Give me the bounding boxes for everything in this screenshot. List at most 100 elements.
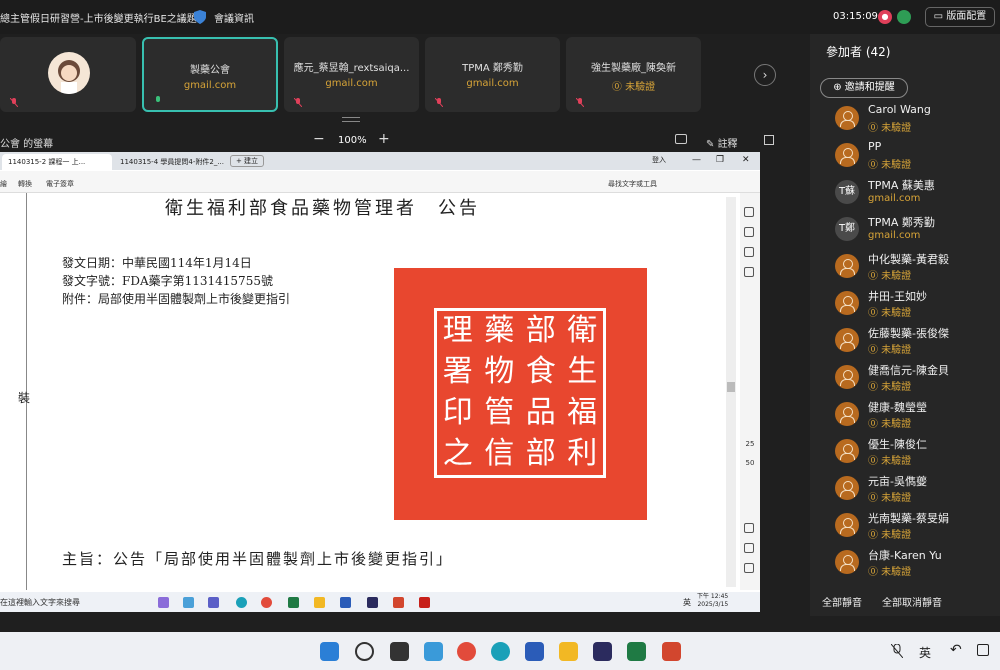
- app-icon[interactable]: [183, 597, 194, 608]
- pdf-tool[interactable]: 繪: [0, 179, 7, 189]
- seal-char: 福: [567, 395, 598, 430]
- user-icon: [835, 106, 859, 130]
- undo-icon[interactable]: ↶: [950, 642, 962, 658]
- participant-row[interactable]: 佐藤製藥-張俊傑 ⓪ 未驗證: [835, 325, 995, 362]
- meeting-info-button[interactable]: 會議資訊: [214, 10, 254, 25]
- edge-icon[interactable]: [236, 597, 247, 608]
- participant-row[interactable]: 台康-Karen Yu ⓪ 未驗證: [835, 547, 995, 584]
- user-icon: [835, 291, 859, 315]
- login-button[interactable]: 登入: [652, 155, 666, 165]
- maximize-icon[interactable]: ❐: [716, 155, 724, 165]
- zoom-out-button[interactable]: −: [313, 131, 325, 147]
- user-icon: [835, 439, 859, 463]
- tile-name: 應元_蔡昱翰_rextsaiqa...: [293, 63, 410, 74]
- folder-icon[interactable]: [559, 642, 578, 661]
- scrollbar[interactable]: [726, 197, 736, 587]
- excel-icon[interactable]: [627, 642, 646, 661]
- tool-icon[interactable]: [744, 207, 754, 217]
- participant-row[interactable]: Carol Wang ⓪ 未驗證: [835, 103, 995, 140]
- tool-icon[interactable]: [744, 247, 754, 257]
- pdf-tool[interactable]: 轉換: [18, 179, 32, 189]
- participant-row[interactable]: 中化製藥-黃君毅 ⓪ 未驗證: [835, 251, 995, 288]
- network-status-icon[interactable]: [897, 10, 911, 24]
- seal-char: 物: [484, 354, 515, 389]
- mute-all-button[interactable]: 全部靜音: [822, 594, 862, 609]
- zoom-level: 100%: [338, 135, 367, 146]
- record-icon[interactable]: ●: [878, 10, 892, 24]
- ime-indicator[interactable]: 英: [683, 597, 691, 608]
- participant-row[interactable]: 優生-陳俊仁 ⓪ 未驗證: [835, 436, 995, 473]
- excel-icon[interactable]: [288, 597, 299, 608]
- tile-sub: gmail.com: [466, 78, 519, 89]
- close-icon[interactable]: ✕: [742, 155, 750, 165]
- layers-icon[interactable]: [744, 267, 754, 277]
- app-icon[interactable]: [424, 642, 443, 661]
- mic-muted-icon[interactable]: [890, 643, 904, 659]
- participant-status: ⓪ 未驗證: [868, 160, 912, 171]
- participant-row[interactable]: T鄭 TPMA 鄭秀勤 gmail.com: [835, 214, 995, 251]
- notification-icon[interactable]: [977, 644, 989, 656]
- scroll-thumb[interactable]: [727, 382, 735, 392]
- participant-row[interactable]: 井田-王如妙 ⓪ 未驗證: [835, 288, 995, 325]
- cast-icon[interactable]: [675, 134, 687, 144]
- annotate-button[interactable]: ✎ 註釋: [706, 135, 738, 150]
- windows-taskbar: ↶: [0, 632, 1000, 670]
- layout-button[interactable]: ▭ 版面配置: [925, 7, 995, 27]
- tool-icon[interactable]: [744, 543, 754, 553]
- participant-tile[interactable]: 應元_蔡昱翰_rextsaiqa... gmail.com: [284, 37, 419, 112]
- participant-row[interactable]: T蘇 TPMA 蘇美惠 gmail.com: [835, 177, 995, 214]
- powerpoint-icon[interactable]: [662, 642, 681, 661]
- participant-name: 光南製藥-蔡旻娟: [868, 512, 949, 525]
- webex-icon[interactable]: [367, 597, 378, 608]
- seal-border: 理 藥 部 衛 署 物 食 生 印 管 品 福 之 信 部 利: [434, 308, 606, 478]
- seal-char: 利: [567, 436, 598, 471]
- search-icon[interactable]: [355, 642, 374, 661]
- share-label: 公會 的螢幕: [0, 139, 54, 150]
- tool-icon[interactable]: [744, 227, 754, 237]
- word-icon[interactable]: [525, 642, 544, 661]
- pdf-tool[interactable]: 電子簽章: [46, 179, 74, 189]
- app-icon[interactable]: [158, 597, 169, 608]
- tool-icon[interactable]: [744, 523, 754, 533]
- doc-subject: 主旨：公告「局部使用半固體製劑上市後變更指引」: [62, 550, 454, 568]
- browser-tab[interactable]: 1140315-4 學員提問4-附件2_...: [114, 154, 226, 170]
- invite-button[interactable]: ⊕ 邀請和提醒: [820, 78, 908, 98]
- search-input[interactable]: 在這裡輸入文字來搜尋: [0, 597, 80, 608]
- participant-row[interactable]: 元亩-吳儁夔 ⓪ 未驗證: [835, 473, 995, 510]
- participant-row[interactable]: PP ⓪ 未驗證: [835, 140, 995, 177]
- word-icon[interactable]: [340, 597, 351, 608]
- user-icon: [835, 254, 859, 278]
- find-tool[interactable]: 尋找文字或工具: [608, 179, 657, 189]
- zoom-in-button[interactable]: +: [378, 131, 390, 147]
- seal-char: 印: [442, 395, 473, 430]
- zoom-icon[interactable]: [744, 563, 754, 573]
- participant-tile[interactable]: TPMA 鄭秀勤 gmail.com: [425, 37, 560, 112]
- browser-tab[interactable]: 1140315-2 課程一 上...: [2, 154, 112, 170]
- chevron-right-icon[interactable]: ›: [754, 64, 776, 86]
- webex-icon[interactable]: [593, 642, 612, 661]
- acrobat-icon[interactable]: [419, 597, 430, 608]
- folder-icon[interactable]: [314, 597, 325, 608]
- unmute-all-button[interactable]: 全部取消靜音: [882, 594, 942, 609]
- page-number[interactable]: 25: [741, 440, 759, 448]
- resize-handle[interactable]: [342, 117, 360, 122]
- ime-indicator[interactable]: 英: [919, 644, 931, 661]
- participant-row[interactable]: 光南製藥-蔡旻娟 ⓪ 未驗證: [835, 510, 995, 547]
- start-icon[interactable]: [320, 642, 339, 661]
- shield-icon[interactable]: [194, 10, 206, 24]
- shared-screen: 1140315-2 課程一 上... 1140315-4 學員提問4-附件2_.…: [0, 152, 760, 612]
- participant-row[interactable]: 健康-魏瑩瑩 ⓪ 未驗證: [835, 399, 995, 436]
- edge-icon[interactable]: [491, 642, 510, 661]
- taskview-icon[interactable]: [390, 642, 409, 661]
- chrome-icon[interactable]: [261, 597, 272, 608]
- participant-row[interactable]: 健喬信元-陳金貝 ⓪ 未驗證: [835, 362, 995, 399]
- user-icon: [835, 476, 859, 500]
- powerpoint-icon[interactable]: [393, 597, 404, 608]
- teams-icon[interactable]: [208, 597, 219, 608]
- new-tab-button[interactable]: + 建立: [230, 155, 264, 167]
- chrome-icon[interactable]: [457, 642, 476, 661]
- participant-tile[interactable]: 強生製藥廠_陳奐新 ⓪ 未驗證: [566, 37, 701, 112]
- minimize-icon[interactable]: —: [692, 155, 701, 165]
- participant-tile-active[interactable]: 製藥公會 gmail.com: [142, 37, 278, 112]
- expand-icon[interactable]: [764, 135, 774, 145]
